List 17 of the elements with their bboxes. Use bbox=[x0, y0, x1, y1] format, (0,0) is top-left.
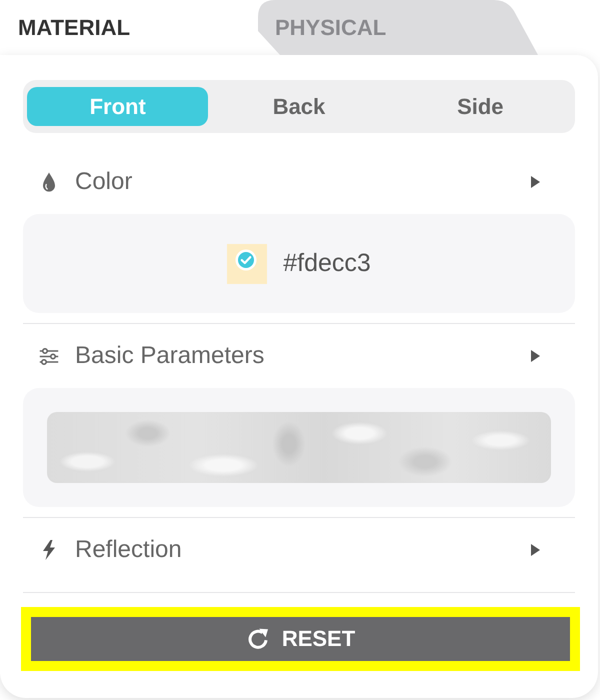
tab[interactable]: PHYSICAL bbox=[258, 0, 538, 55]
segment-tab[interactable]: Back bbox=[208, 87, 390, 126]
tab[interactable]: MATERIAL bbox=[0, 0, 258, 55]
color-value: #fdecc3 bbox=[283, 249, 371, 278]
refresh-icon bbox=[246, 627, 270, 651]
caret-right-icon[interactable] bbox=[531, 350, 540, 362]
caret-right-icon[interactable] bbox=[531, 176, 540, 188]
reset-button[interactable]: RESET bbox=[21, 607, 580, 671]
lightning-bolt-icon bbox=[42, 540, 56, 560]
segment-tab[interactable]: Side bbox=[390, 87, 571, 126]
sliders-icon bbox=[39, 348, 59, 364]
droplet-icon bbox=[42, 172, 56, 192]
section-title: Basic Parameters bbox=[75, 342, 264, 370]
section-title: Color bbox=[75, 168, 132, 196]
section-title: Reflection bbox=[75, 536, 182, 564]
color-swatch[interactable] bbox=[227, 244, 268, 284]
caret-right-icon[interactable] bbox=[531, 544, 540, 556]
